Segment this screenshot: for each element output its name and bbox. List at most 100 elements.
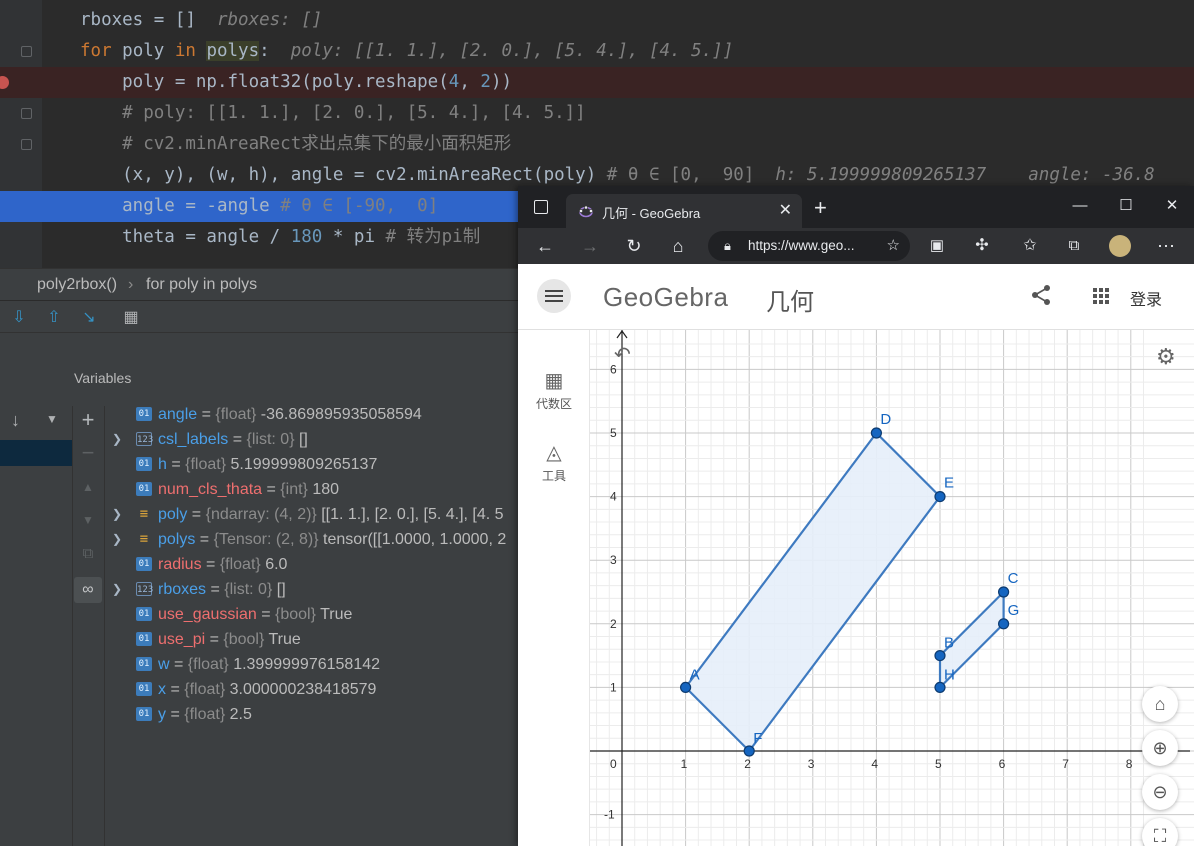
remove-watch-icon[interactable]: − bbox=[74, 440, 102, 466]
zoom-in-icon[interactable]: ⊕ bbox=[1142, 730, 1178, 766]
x-tick-label: 3 bbox=[808, 757, 815, 771]
variable-row[interactable]: ❯ ≡ poly = {ndarray: (4, 2)} [[1. 1.], [2.… bbox=[104, 502, 534, 527]
variable-row[interactable]: 01 h = {float} 5.199999809265137 bbox=[104, 452, 534, 477]
arrow-down-icon[interactable]: ↓ bbox=[11, 410, 20, 431]
equals-sign: = bbox=[187, 506, 206, 523]
point[interactable] bbox=[998, 618, 1010, 630]
selected-frame[interactable] bbox=[0, 440, 72, 466]
profile-avatar[interactable] bbox=[1109, 235, 1131, 257]
breadcrumb-loop[interactable]: for poly in polys bbox=[146, 269, 257, 300]
minimize-icon[interactable]: — bbox=[1070, 196, 1090, 216]
new-tab-icon[interactable]: + bbox=[814, 195, 827, 221]
variable-row[interactable]: 01 x = {float} 3.000000238418579 bbox=[104, 677, 534, 702]
point[interactable] bbox=[679, 681, 692, 693]
code-line[interactable]: poly = np.float32(poly.reshape(4, 2)) bbox=[0, 67, 1194, 98]
point[interactable] bbox=[743, 745, 755, 757]
code-token: , bbox=[459, 72, 481, 92]
code-line[interactable]: angle = -angle # θ ∈ [-90, 0] bbox=[0, 191, 518, 222]
extensions-icon[interactable]: ✣ bbox=[971, 235, 993, 257]
variable-row[interactable]: 01 use_pi = {bool} True bbox=[104, 627, 534, 652]
breadcrumb-function[interactable]: poly2rbox() bbox=[37, 269, 117, 300]
browser-tab[interactable]: 几何 - GeoGebra ✕ bbox=[566, 194, 802, 228]
variable-text: polys = {Tensor: (2, 8)} tensor([[1.0000… bbox=[158, 527, 506, 552]
show-watches-icon[interactable]: ∞ bbox=[74, 577, 102, 603]
y-tick-label: 1 bbox=[610, 680, 617, 694]
y-tick-label: 5 bbox=[610, 426, 617, 440]
favorite-star-icon[interactable]: ☆ bbox=[887, 236, 900, 254]
favorites-icon[interactable]: ✩ bbox=[1019, 235, 1041, 257]
zoom-out-icon[interactable]: ⊖ bbox=[1142, 774, 1178, 810]
expand-arrow-icon[interactable]: ❯ bbox=[112, 527, 122, 552]
graphics-view[interactable]: 0 1 2 3 4 5 6 7 8 -1 1 2 3 4 5 6 A B C D E F G H ↶ ⚙ ⌂ ⊕ ⊖ ⛶ bbox=[590, 330, 1194, 846]
inline-value-hint: rboxes: [] bbox=[216, 10, 323, 30]
settings-gear-icon[interactable]: ⚙ bbox=[1156, 344, 1176, 370]
point-label: D bbox=[880, 411, 891, 428]
code-line[interactable]: for poly in polys: poly: [[1. 1.], [2. 0… bbox=[0, 36, 1194, 67]
tools-button[interactable]: ◬ 工具 bbox=[518, 440, 590, 484]
code-line-text: angle = -angle # θ ∈ [-90, 0] bbox=[80, 191, 438, 222]
move-down-icon[interactable]: ▼ bbox=[74, 507, 102, 533]
variable-row[interactable]: 01 angle = {float} -36.869895935058594 bbox=[104, 402, 534, 427]
fold-marker-icon[interactable] bbox=[21, 46, 32, 57]
variable-row[interactable]: ❯ 123 csl_labels = {list: 0} [] bbox=[104, 427, 534, 452]
apps-grid-icon[interactable] bbox=[1093, 288, 1109, 304]
variable-row[interactable]: 01 num_cls_thata = {int} 180 bbox=[104, 477, 534, 502]
expand-arrow-icon[interactable]: ❯ bbox=[112, 427, 122, 452]
tab-close-icon[interactable]: ✕ bbox=[779, 200, 792, 220]
hamburger-menu-icon[interactable] bbox=[537, 279, 571, 313]
tab-actions-icon[interactable] bbox=[534, 200, 548, 214]
variable-type-icon: 01 bbox=[136, 632, 152, 646]
forward-icon[interactable]: → bbox=[579, 235, 601, 257]
undo-icon[interactable]: ↶ bbox=[614, 342, 631, 367]
expand-arrow-icon[interactable]: ❯ bbox=[112, 577, 122, 602]
maximize-icon[interactable]: ☐ bbox=[1116, 196, 1136, 216]
algebra-view-button[interactable]: ▦ 代数区 bbox=[518, 368, 590, 412]
variable-row[interactable]: 01 w = {float} 1.399999976158142 bbox=[104, 652, 534, 677]
geometry-plot[interactable]: 0 1 2 3 4 5 6 7 8-1123456ABCDEFGH bbox=[590, 330, 1194, 846]
code-token: 2 bbox=[480, 72, 491, 92]
point[interactable] bbox=[934, 650, 946, 662]
address-bar[interactable]: 🔒︎ https://www.geo... ☆ bbox=[708, 231, 910, 261]
variable-row[interactable]: ❯ ≡ polys = {Tensor: (2, 8)} tensor([[1.00… bbox=[104, 527, 534, 552]
copy-icon[interactable]: ⧉ bbox=[74, 541, 102, 567]
point[interactable] bbox=[934, 491, 946, 503]
window-close-icon[interactable]: ✕ bbox=[1162, 196, 1182, 216]
variable-value: -36.869895935058594 bbox=[260, 406, 422, 423]
equals-sign: = bbox=[195, 531, 214, 548]
home-view-icon[interactable]: ⌂ bbox=[1142, 686, 1178, 722]
evaluate-expression-icon[interactable]: ▦ bbox=[122, 309, 140, 327]
home-icon[interactable]: ⌂ bbox=[667, 235, 689, 257]
point[interactable] bbox=[934, 681, 946, 693]
variable-row[interactable]: 01 radius = {float} 6.0 bbox=[104, 552, 534, 577]
variable-type: {float} bbox=[215, 406, 257, 423]
code-line[interactable]: rboxes = [] rboxes: [] bbox=[0, 5, 1194, 36]
code-line[interactable]: # poly: [[1. 1.], [2. 0.], [5. 4.], [4. … bbox=[0, 98, 1194, 129]
point[interactable] bbox=[998, 586, 1010, 598]
fold-marker-icon[interactable] bbox=[21, 108, 32, 119]
refresh-icon[interactable]: ↻ bbox=[623, 235, 645, 257]
step-out-icon[interactable]: ⇧ bbox=[45, 309, 63, 327]
browser-window: 几何 - GeoGebra ✕ + — ☐ ✕ ← → ↻ ⌂ 🔒︎ https… bbox=[518, 186, 1194, 846]
add-watch-icon[interactable]: + bbox=[74, 407, 102, 433]
fold-marker-icon[interactable] bbox=[21, 139, 32, 150]
more-menu-icon[interactable]: ⋯ bbox=[1155, 235, 1177, 257]
run-to-cursor-icon[interactable]: ↘ bbox=[80, 309, 98, 327]
move-up-icon[interactable]: ▲ bbox=[74, 474, 102, 500]
collections-icon[interactable]: ⧉ bbox=[1063, 235, 1085, 257]
image-extension-icon[interactable]: ▣ bbox=[926, 235, 948, 257]
step-into-my-code-icon[interactable]: ⇩ bbox=[10, 309, 28, 327]
expand-arrow-icon[interactable]: ❯ bbox=[112, 502, 122, 527]
fullscreen-icon[interactable]: ⛶ bbox=[1142, 818, 1178, 846]
code-line-text: theta = angle / 180 * pi # 转为pi制 bbox=[80, 222, 480, 253]
variable-row[interactable]: 01 use_gaussian = {bool} True bbox=[104, 602, 534, 627]
share-icon[interactable] bbox=[1030, 284, 1052, 306]
point[interactable] bbox=[870, 427, 882, 439]
variable-row[interactable]: ❯ 123 rboxes = {list: 0} [] bbox=[104, 577, 534, 602]
dropdown-icon[interactable]: ▼ bbox=[46, 412, 58, 426]
back-icon[interactable]: ← bbox=[534, 235, 556, 257]
code-line[interactable]: # cv2.minAreaRect求出点集下的最小面积矩形 bbox=[0, 129, 1194, 160]
login-button[interactable]: 登录 bbox=[1130, 286, 1162, 310]
variable-row[interactable]: 01 y = {float} 2.5 bbox=[104, 702, 534, 727]
code-line-text: # poly: [[1. 1.], [2. 0.], [5. 4.], [4. … bbox=[80, 98, 586, 129]
y-tick-label: -1 bbox=[604, 808, 615, 822]
